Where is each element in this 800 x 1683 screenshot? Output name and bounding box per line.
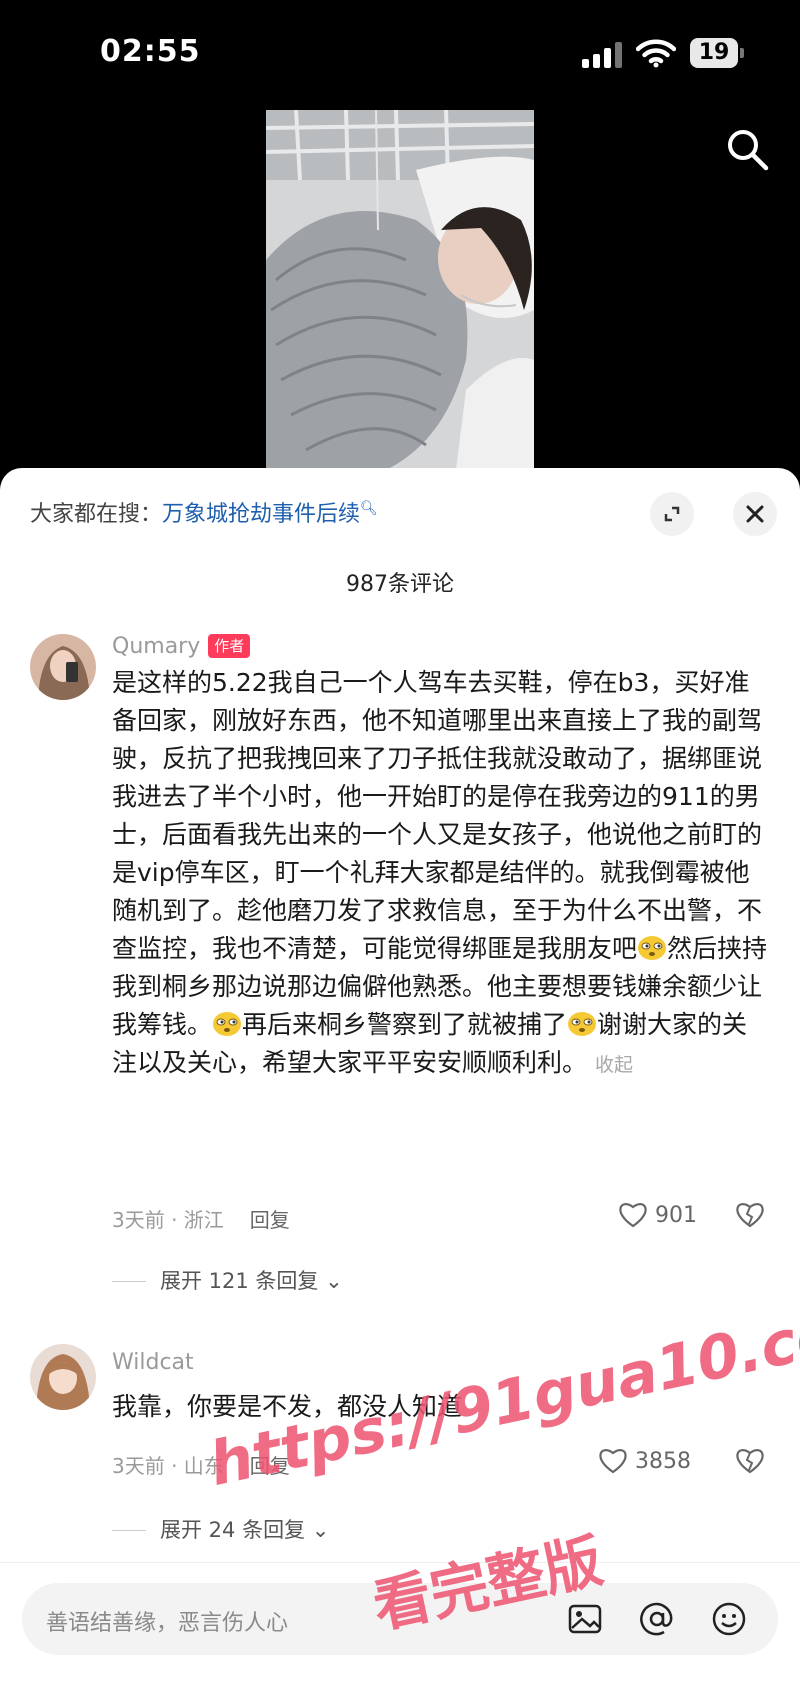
- comment-username[interactable]: Qumary 作者: [112, 634, 251, 659]
- collapse-link[interactable]: 收起: [595, 1054, 633, 1076]
- comment-text: 是这样的5.22我自己一个人驾车去买鞋，停在b3，买好准备回家，刚放好东西，他不…: [112, 668, 768, 1077]
- reply-button[interactable]: 回复: [250, 1208, 290, 1232]
- comment-sheet: 大家都在搜：万象城抢劫事件后续🔍︎ 987条评论 Qumary 作者 是这样的5.…: [0, 468, 800, 1683]
- status-bar: 02:55 19: [0, 0, 800, 100]
- comment-username[interactable]: Wildcat: [112, 1350, 194, 1375]
- emoji-icon: [568, 1012, 597, 1036]
- dislike-button[interactable]: [735, 1446, 765, 1474]
- heart-icon: [619, 1203, 647, 1228]
- expand-replies-button[interactable]: 展开 24 条回复 ⌄: [112, 1514, 329, 1544]
- like-count: 901: [655, 1203, 697, 1228]
- emoji-picker-icon[interactable]: [708, 1598, 750, 1640]
- author-badge: 作者: [208, 634, 251, 658]
- comment-meta: 3天前 · 浙江 回复: [112, 1204, 290, 1233]
- input-placeholder: 善语结善缘，恶言伤人心: [46, 1611, 289, 1636]
- divider: [112, 1530, 146, 1531]
- divider: [112, 1281, 146, 1282]
- image-icon[interactable]: [564, 1598, 606, 1640]
- mention-icon[interactable]: [636, 1598, 678, 1640]
- chevron-down-icon: ⌄: [305, 1518, 330, 1542]
- avatar[interactable]: [30, 1344, 96, 1410]
- expand-sheet-button[interactable]: [650, 492, 694, 536]
- comment-count: 987条评论: [346, 572, 454, 597]
- signal-icon: [582, 42, 624, 68]
- expand-replies-button[interactable]: 展开 121 条回复 ⌄: [112, 1265, 343, 1295]
- comment-item: Qumary 作者 是这样的5.22我自己一个人驾车去买鞋，停在b3，买好准备回家…: [0, 634, 800, 1293]
- like-button[interactable]: 901: [618, 1200, 697, 1228]
- search-small-icon: 🔍︎: [360, 500, 378, 517]
- heart-icon: [599, 1449, 627, 1474]
- broken-heart-icon: [736, 1449, 764, 1474]
- hot-search-keyword[interactable]: 万象城抢劫事件后续: [162, 502, 360, 527]
- broken-heart-icon: [736, 1203, 764, 1228]
- comment-time-location: 3天前 · 山东: [112, 1454, 224, 1478]
- avatar[interactable]: [30, 634, 96, 700]
- like-button[interactable]: 3858: [598, 1446, 691, 1474]
- chevron-down-icon: ⌄: [318, 1269, 343, 1293]
- hot-search-bar[interactable]: 大家都在搜：万象城抢劫事件后续🔍︎: [30, 496, 378, 528]
- battery-indicator: 19: [690, 38, 744, 68]
- close-icon: [746, 505, 764, 523]
- close-sheet-button[interactable]: [733, 492, 777, 536]
- video-player[interactable]: [266, 110, 534, 470]
- hot-search-prefix: 大家都在搜：: [30, 502, 163, 527]
- comment-time-location: 3天前 · 浙江: [112, 1208, 224, 1232]
- expand-icon: [664, 506, 680, 522]
- wifi-icon: [636, 39, 676, 68]
- like-count: 3858: [635, 1449, 691, 1474]
- dislike-button[interactable]: [735, 1200, 765, 1228]
- emoji-icon: [213, 1012, 242, 1036]
- search-icon[interactable]: [724, 126, 770, 172]
- status-time: 02:55: [100, 34, 201, 69]
- emoji-icon: [638, 936, 667, 960]
